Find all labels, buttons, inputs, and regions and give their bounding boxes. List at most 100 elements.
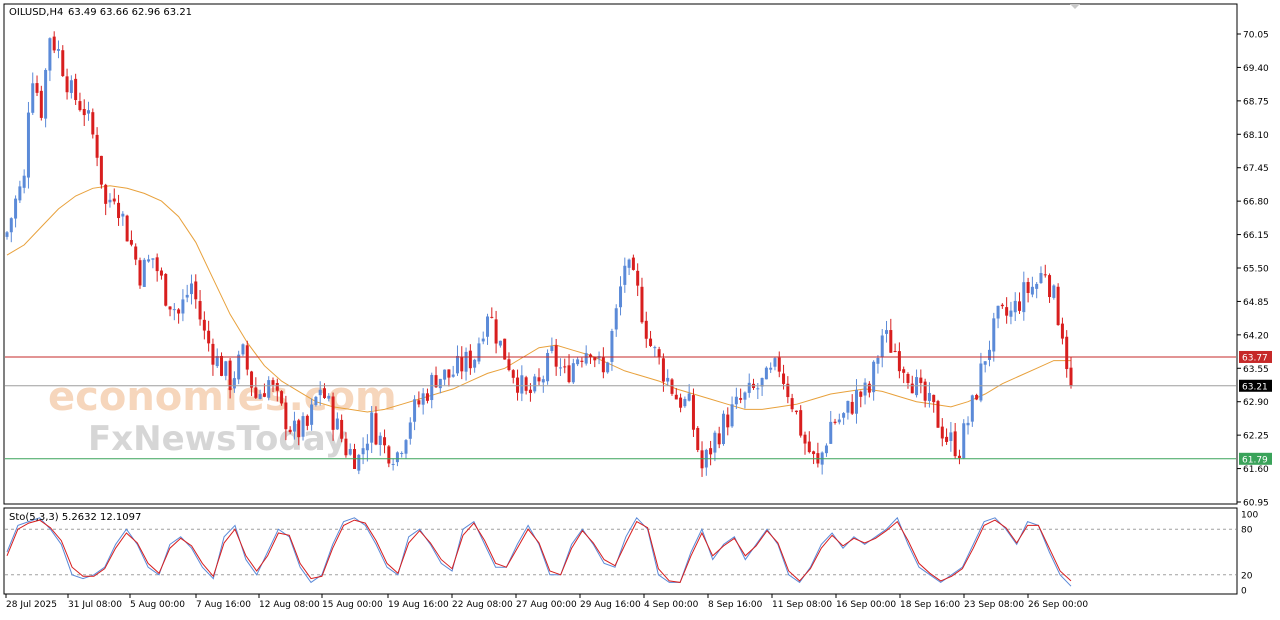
time-axis: 28 Jul 2025 31 Jul 08:00 5 Aug 00:00 7 Aug … xyxy=(5,594,1088,610)
candle-body xyxy=(1056,286,1060,326)
candle-body xyxy=(464,351,468,372)
candle-body xyxy=(503,338,507,360)
candle-body xyxy=(237,354,241,380)
candle-body xyxy=(996,305,1000,319)
candle-body xyxy=(468,350,472,369)
candle-body xyxy=(812,451,816,455)
candle-body xyxy=(378,435,382,445)
candle xyxy=(1052,284,1056,300)
candle-body xyxy=(666,377,670,382)
price-tick-label: 65.50 xyxy=(1243,265,1269,275)
candle-body xyxy=(104,184,108,204)
candle-body xyxy=(799,410,803,436)
candle-body xyxy=(477,343,481,362)
candle-body xyxy=(876,358,880,364)
candle xyxy=(764,366,768,380)
candle-body xyxy=(576,359,580,365)
candle-body xyxy=(987,349,991,360)
candle-body xyxy=(202,319,206,331)
time-tick-label: 28 Jul 2025 xyxy=(6,600,57,610)
candle-body xyxy=(1035,283,1039,289)
candle xyxy=(533,373,537,394)
price-tick-label: 61.60 xyxy=(1243,465,1269,475)
candle-body xyxy=(1069,367,1073,386)
candle-body xyxy=(619,286,623,308)
candle-body xyxy=(44,69,48,119)
candle-body xyxy=(777,357,781,372)
candle-body xyxy=(889,330,893,353)
candle-body xyxy=(365,443,369,451)
candle-body xyxy=(747,382,751,393)
candle-body xyxy=(39,90,43,118)
price-tick-label: 64.20 xyxy=(1243,331,1269,341)
candle-body xyxy=(250,371,254,388)
candle-body xyxy=(284,402,288,430)
candle-body xyxy=(1043,274,1047,276)
time-tick-label: 7 Aug 16:00 xyxy=(196,600,251,610)
candle-body xyxy=(949,432,953,441)
candle-body xyxy=(438,378,442,389)
candle-body xyxy=(391,463,395,465)
candle-body xyxy=(310,404,314,425)
candle-body xyxy=(606,362,610,373)
candle-body xyxy=(700,450,704,469)
resistance-label: 63.77 xyxy=(1242,353,1268,363)
candle-body xyxy=(923,381,927,401)
symbol-timeframe: OILUSD,H4 xyxy=(9,7,63,18)
candle-body xyxy=(962,423,966,459)
time-tick-label: 16 Sep 00:00 xyxy=(836,600,896,610)
candle-body xyxy=(554,345,558,367)
candle-body xyxy=(112,198,116,202)
candle-body xyxy=(653,347,657,349)
candle-body xyxy=(172,309,176,311)
candle-body xyxy=(644,320,648,339)
candle-body xyxy=(262,393,266,397)
candle-body xyxy=(164,274,168,306)
price-tick-label: 66.80 xyxy=(1243,198,1269,208)
ohlc-readout: 63.49 63.66 62.96 63.21 xyxy=(68,7,192,18)
candle-body xyxy=(992,318,996,352)
candle-body xyxy=(254,387,258,398)
candle-body xyxy=(567,365,571,383)
candle xyxy=(721,410,725,446)
candle-body xyxy=(280,391,284,404)
candle-body xyxy=(773,358,777,367)
chart-canvas[interactable]: economies.com FxNewsToday 63.7763.2161.7… xyxy=(0,0,1280,616)
candle-body xyxy=(447,369,451,378)
candle-body xyxy=(790,398,794,410)
candle-body xyxy=(533,376,537,392)
time-tick-label: 5 Aug 00:00 xyxy=(130,600,185,610)
candle-body xyxy=(232,378,236,389)
candle-body xyxy=(288,429,292,433)
candle-body xyxy=(31,83,35,113)
price-tick-label: 70.05 xyxy=(1243,31,1269,41)
candle-body xyxy=(87,110,91,114)
candle-body xyxy=(734,396,738,405)
candle xyxy=(241,343,245,357)
candle xyxy=(936,399,940,428)
time-tick-label: 27 Aug 00:00 xyxy=(516,600,577,610)
candle-body xyxy=(537,377,541,382)
candle-body xyxy=(108,199,112,203)
candle-body xyxy=(837,419,841,423)
time-tick-label: 22 Aug 08:00 xyxy=(452,600,513,610)
candle-body xyxy=(460,356,464,372)
time-tick-label: 31 Jul 08:00 xyxy=(68,600,122,610)
candle-body xyxy=(361,448,365,455)
candle-body xyxy=(383,437,387,446)
candle xyxy=(301,412,305,441)
candle-body xyxy=(867,383,871,393)
candle-body xyxy=(850,401,854,414)
candle-body xyxy=(271,380,275,385)
price-chart[interactable]: economies.com FxNewsToday 63.77 63.21 61.7… xyxy=(0,0,1280,616)
candle-body xyxy=(764,367,768,380)
candle xyxy=(696,426,700,453)
candle-body xyxy=(318,389,322,396)
candle-body xyxy=(782,373,786,384)
candle-body xyxy=(657,349,661,358)
candle xyxy=(962,419,966,460)
price-tick-label: 69.40 xyxy=(1243,64,1269,74)
current-label: 63.21 xyxy=(1242,382,1268,392)
candle-body xyxy=(1005,307,1009,316)
candle-body xyxy=(945,436,949,442)
